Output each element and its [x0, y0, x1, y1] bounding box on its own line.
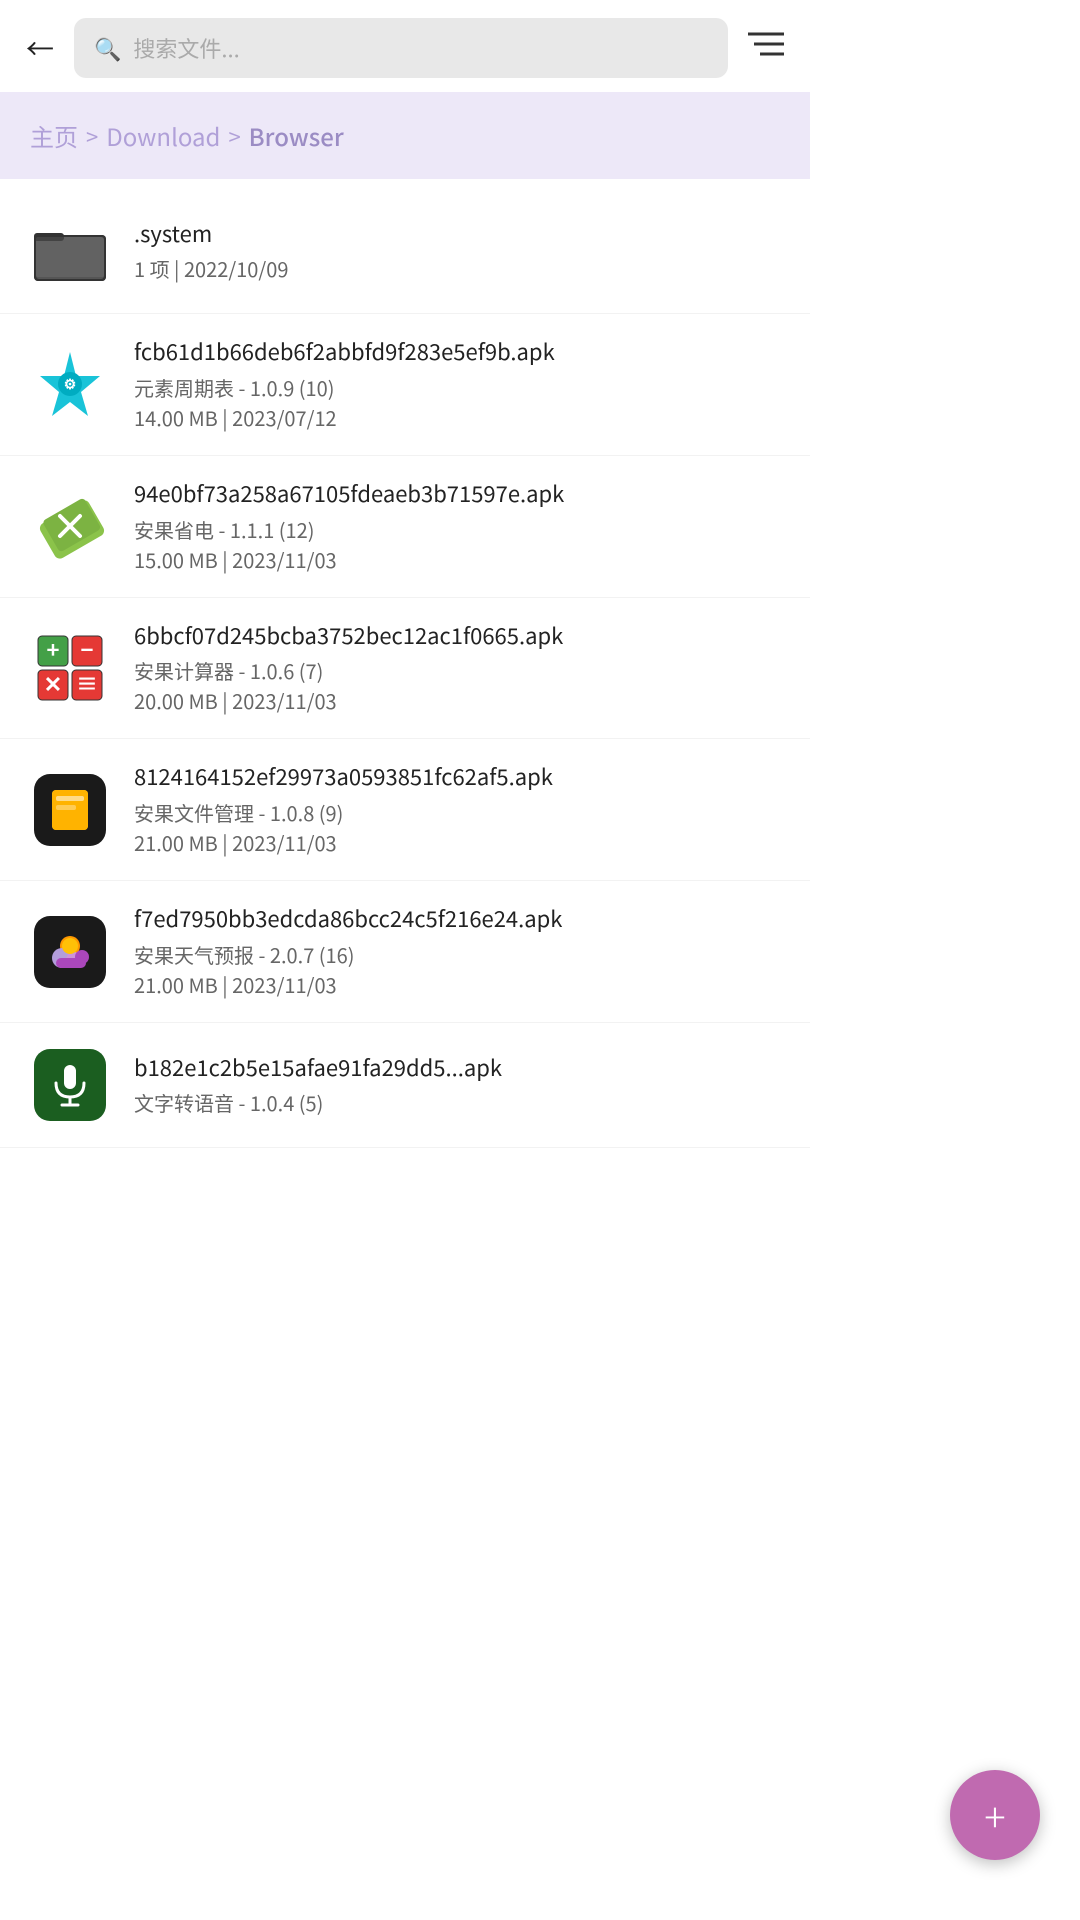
file-meta: 安果计算器 - 1.0.6 (7)20.00 MB | 2023/11/03 — [134, 656, 780, 716]
breadcrumb-browser[interactable]: Browser — [249, 118, 344, 153]
file-info: b182e1c2b5e15afae91fa29dd5...apk 文字转语音 -… — [134, 1052, 780, 1119]
svg-text:+: + — [47, 633, 60, 665]
list-item[interactable]: 94e0bf73a258a67105fdeaeb3b71597e.apk 安果省… — [0, 456, 810, 598]
breadcrumb: 主页 > Download > Browser — [0, 92, 810, 179]
apk-battery-icon — [30, 486, 110, 566]
folder-icon — [30, 211, 110, 291]
file-name: 8124164152ef29973a0593851fc62af5.apk — [134, 761, 780, 792]
add-icon: + — [984, 1795, 1005, 1835]
file-name: .system — [134, 218, 780, 249]
file-info: 94e0bf73a258a67105fdeaeb3b71597e.apk 安果省… — [134, 478, 780, 575]
file-info: 6bbcf07d245bcba3752bec12ac1f0665.apk 安果计… — [134, 620, 780, 717]
file-meta: 文字转语音 - 1.0.4 (5) — [134, 1088, 780, 1118]
breadcrumb-download[interactable]: Download — [106, 118, 220, 153]
file-meta: 安果天气预报 - 2.0.7 (16)21.00 MB | 2023/11/03 — [134, 940, 780, 1000]
apk-calc-icon: + − ✕ ≡ — [30, 628, 110, 708]
apk-weather-icon — [30, 912, 110, 992]
svg-text:✕: ✕ — [44, 667, 62, 699]
file-info: fcb61d1b66deb6f2abbfd9f283e5ef9b.apk 元素周… — [134, 336, 780, 433]
file-meta: 安果省电 - 1.1.1 (12)15.00 MB | 2023/11/03 — [134, 515, 780, 575]
file-meta: 1 项 | 2022/10/09 — [134, 254, 780, 284]
apk-files-icon — [30, 770, 110, 850]
file-meta: 安果文件管理 - 1.0.8 (9)21.00 MB | 2023/11/03 — [134, 798, 780, 858]
search-placeholder: 搜索文件... — [133, 32, 239, 64]
list-item[interactable]: ⚙ fcb61d1b66deb6f2abbfd9f283e5ef9b.apk 元… — [0, 314, 810, 456]
file-name: 94e0bf73a258a67105fdeaeb3b71597e.apk — [134, 478, 780, 509]
apk-periodic-icon: ⚙ — [30, 344, 110, 424]
list-item[interactable]: .system 1 项 | 2022/10/09 — [0, 189, 810, 314]
file-info: f7ed7950bb3edcda86bcc24c5f216e24.apk 安果天… — [134, 903, 780, 1000]
file-name: 6bbcf07d245bcba3752bec12ac1f0665.apk — [134, 620, 780, 651]
apk-voice-icon — [30, 1045, 110, 1125]
file-name: f7ed7950bb3edcda86bcc24c5f216e24.apk — [134, 903, 780, 934]
svg-text:−: − — [81, 633, 94, 665]
file-name: fcb61d1b66deb6f2abbfd9f283e5ef9b.apk — [134, 336, 780, 367]
file-info: 8124164152ef29973a0593851fc62af5.apk 安果文… — [134, 761, 780, 858]
list-item[interactable]: + − ✕ ≡ 6bbcf07d245bcba3752bec12ac1f0665… — [0, 598, 810, 740]
list-item[interactable]: b182e1c2b5e15afae91fa29dd5...apk 文字转语音 -… — [0, 1023, 810, 1148]
fab-add-button[interactable]: + — [950, 1770, 1040, 1860]
breadcrumb-home[interactable]: 主页 — [30, 118, 78, 153]
svg-text:⚙: ⚙ — [64, 374, 77, 394]
list-item[interactable]: f7ed7950bb3edcda86bcc24c5f216e24.apk 安果天… — [0, 881, 810, 1023]
back-button[interactable]: ← — [20, 22, 60, 74]
search-icon: 🔍 — [94, 32, 121, 64]
sort-button[interactable] — [742, 22, 790, 74]
file-list: .system 1 项 | 2022/10/09 ⚙ fcb61d1b66deb… — [0, 179, 810, 1158]
file-name: b182e1c2b5e15afae91fa29dd5...apk — [134, 1052, 780, 1083]
file-info: .system 1 项 | 2022/10/09 — [134, 218, 780, 285]
file-meta: 元素周期表 - 1.0.9 (10)14.00 MB | 2023/07/12 — [134, 373, 780, 433]
svg-text:≡: ≡ — [76, 667, 98, 699]
list-item[interactable]: 8124164152ef29973a0593851fc62af5.apk 安果文… — [0, 739, 810, 881]
header: ← 🔍 搜索文件... — [0, 0, 810, 92]
search-bar[interactable]: 🔍 搜索文件... — [74, 18, 728, 78]
